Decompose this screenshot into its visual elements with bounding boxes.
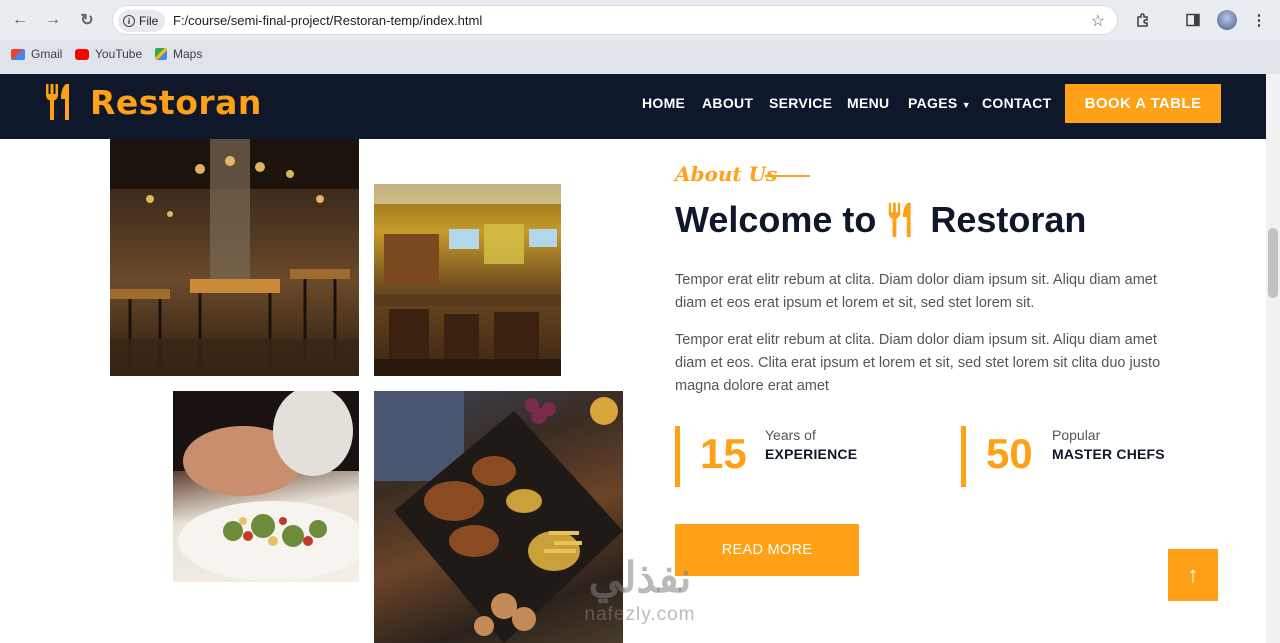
forward-icon[interactable]: →: [42, 9, 64, 31]
nav-contact[interactable]: CONTACT: [982, 95, 1052, 111]
webpage: Restoran HOME ABOUT SERVICE MENU PAGES ▼…: [0, 74, 1266, 643]
section-label: About Us: [675, 162, 778, 186]
more-menu-icon[interactable]: ⋮: [1248, 9, 1270, 31]
nav-about[interactable]: ABOUT: [702, 95, 753, 111]
salad-plate-image: [173, 391, 359, 582]
title-brand: Restoran: [930, 199, 1087, 240]
stat-chefs: 50 Popular MASTER CHEFS: [961, 426, 1201, 487]
browser-toolbar: ← → ↻ i File F:/course/semi-final-projec…: [0, 0, 1280, 40]
bookmark-label: Gmail: [31, 47, 63, 61]
info-icon: i: [123, 15, 135, 27]
stat-caption-top: Years of: [765, 427, 816, 443]
bookmark-label: Maps: [173, 47, 203, 61]
site-logo[interactable]: Restoran: [44, 82, 262, 122]
back-icon[interactable]: ←: [9, 9, 31, 31]
bookmarks-bar: Gmail YouTube Maps: [0, 40, 1280, 68]
back-to-top-button[interactable]: ↑: [1168, 549, 1218, 601]
site-info-label: File: [139, 14, 159, 28]
browser-chrome: ← → ↻ i File F:/course/semi-final-projec…: [0, 0, 1280, 74]
stat-caption-bottom: EXPERIENCE: [765, 446, 858, 462]
arrow-up-icon: ↑: [1187, 562, 1199, 587]
bookmark-star-icon[interactable]: ☆: [1091, 11, 1105, 31]
read-more-button[interactable]: READ MORE: [675, 524, 859, 576]
nav-service[interactable]: SERVICE: [769, 95, 832, 111]
stat-caption-top: Popular: [1052, 427, 1101, 443]
nav-pages[interactable]: PAGES ▼: [908, 95, 971, 111]
utensils-icon: [889, 202, 911, 238]
site-navbar: Restoran HOME ABOUT SERVICE MENU PAGES ▼…: [0, 74, 1266, 139]
youtube-icon: [75, 48, 89, 60]
stat-number: 50: [986, 430, 1033, 477]
url-text[interactable]: F:/course/semi-final-project/Restoran-te…: [173, 13, 482, 28]
stat-number: 15: [700, 430, 747, 477]
site-info-chip[interactable]: i File: [118, 10, 166, 32]
stat-caption-bottom: MASTER CHEFS: [1052, 446, 1165, 462]
section-label-line: [765, 175, 810, 177]
utensils-icon: [46, 84, 69, 120]
book-table-button[interactable]: BOOK A TABLE: [1065, 84, 1221, 123]
about-paragraph-2: Tempor erat elitr rebum at clita. Diam d…: [675, 332, 1161, 394]
bookmark-maps[interactable]: Maps: [155, 47, 202, 61]
caret-down-icon: ▼: [961, 100, 971, 110]
address-bar[interactable]: i File F:/course/semi-final-project/Rest…: [112, 5, 1118, 35]
scrollbar-thumb[interactable]: [1268, 228, 1278, 298]
extensions-icon[interactable]: [1132, 9, 1154, 31]
profile-avatar[interactable]: [1217, 10, 1237, 30]
gmail-icon: [11, 48, 25, 60]
sidepanel-icon[interactable]: [1182, 9, 1204, 31]
reload-icon[interactable]: ↻: [76, 9, 98, 31]
food-platter-image: [374, 391, 623, 643]
bookmark-youtube[interactable]: YouTube: [75, 47, 142, 61]
bookmark-gmail[interactable]: Gmail: [11, 47, 62, 61]
page-scrollbar[interactable]: [1266, 74, 1280, 643]
nav-home[interactable]: HOME: [642, 95, 685, 111]
restaurant-dining-image: [374, 184, 561, 376]
nav-menu[interactable]: MENU: [847, 95, 889, 111]
page-title: Welcome to Restoran: [675, 199, 1086, 241]
nav-pages-label: PAGES: [908, 95, 958, 111]
maps-icon: [155, 48, 167, 60]
restaurant-interior-image: [110, 139, 359, 376]
stat-experience: 15 Years of EXPERIENCE: [675, 426, 915, 487]
bookmark-label: YouTube: [95, 47, 143, 61]
brand-name: Restoran: [90, 82, 262, 122]
title-prefix: Welcome to: [675, 199, 877, 240]
about-paragraph-1: Tempor erat elitr rebum at clita. Diam d…: [675, 272, 1157, 311]
